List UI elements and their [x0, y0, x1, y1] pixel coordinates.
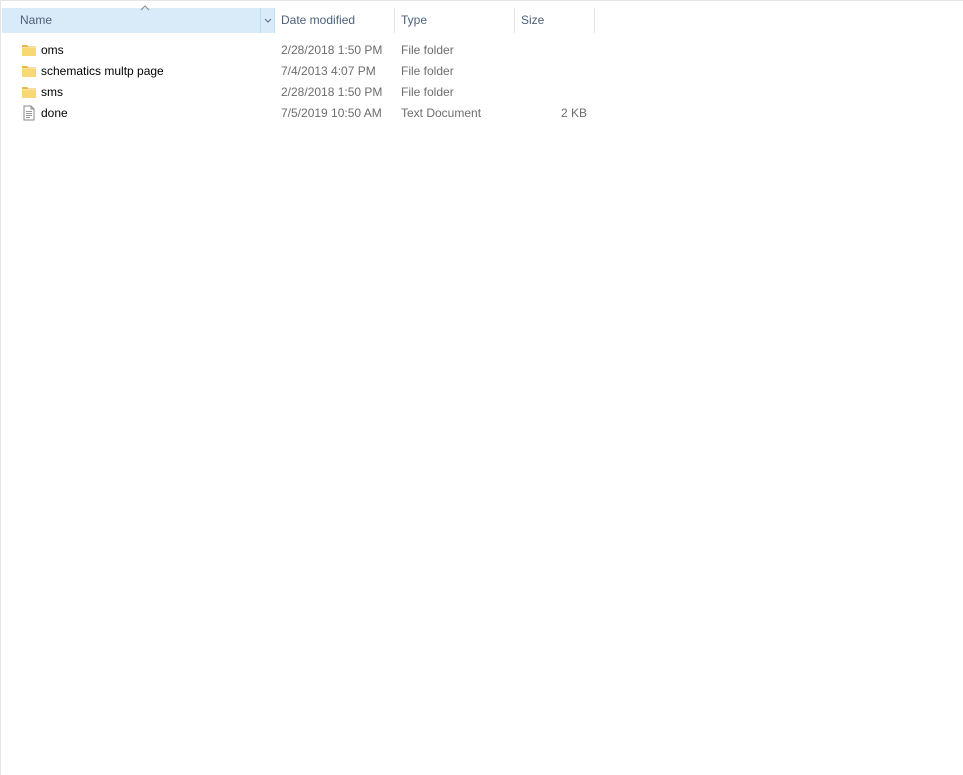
column-header-type-label: Type	[401, 13, 428, 27]
column-header-type[interactable]: Type	[395, 8, 515, 33]
column-header-size[interactable]: Size	[515, 8, 595, 33]
file-name: done	[41, 106, 68, 120]
text-document-icon	[21, 105, 37, 121]
file-name: oms	[41, 43, 64, 57]
file-row-done[interactable]: done 7/5/2019 10:50 AM Text Document 2 K…	[1, 103, 601, 124]
column-header-name-label: Name	[20, 13, 53, 27]
file-name: sms	[41, 85, 63, 99]
column-header-bar: Name Date modified Type Size	[1, 5, 601, 33]
file-type: Text Document	[401, 106, 482, 120]
file-type: File folder	[401, 43, 454, 57]
chevron-down-icon[interactable]	[260, 8, 274, 33]
column-header-date-modified[interactable]: Date modified	[275, 8, 395, 33]
file-size	[515, 61, 587, 82]
file-date-modified: 7/4/2013 4:07 PM	[281, 64, 376, 78]
file-date-modified: 2/28/2018 1:50 PM	[281, 43, 383, 57]
folder-icon	[21, 63, 37, 79]
column-header-date-label: Date modified	[281, 13, 356, 27]
file-list-pane: Name Date modified Type Size oms 2/28/20…	[0, 0, 963, 775]
file-name: schematics multp page	[41, 64, 164, 78]
folder-icon	[21, 84, 37, 100]
file-row-sms[interactable]: sms 2/28/2018 1:50 PM File folder	[1, 82, 601, 103]
folder-icon	[21, 42, 37, 58]
file-size	[515, 40, 587, 61]
file-row-schematics-multp-page[interactable]: schematics multp page 7/4/2013 4:07 PM F…	[1, 61, 601, 82]
file-size: 2 KB	[560, 106, 587, 120]
sort-ascending-icon	[139, 4, 151, 14]
file-type: File folder	[401, 64, 454, 78]
column-header-name[interactable]: Name	[2, 5, 275, 33]
column-header-size-label: Size	[521, 13, 545, 27]
file-size	[515, 82, 587, 103]
file-date-modified: 7/5/2019 10:50 AM	[281, 106, 382, 120]
file-type: File folder	[401, 85, 454, 99]
file-date-modified: 2/28/2018 1:50 PM	[281, 85, 383, 99]
file-row-oms[interactable]: oms 2/28/2018 1:50 PM File folder	[1, 40, 601, 61]
